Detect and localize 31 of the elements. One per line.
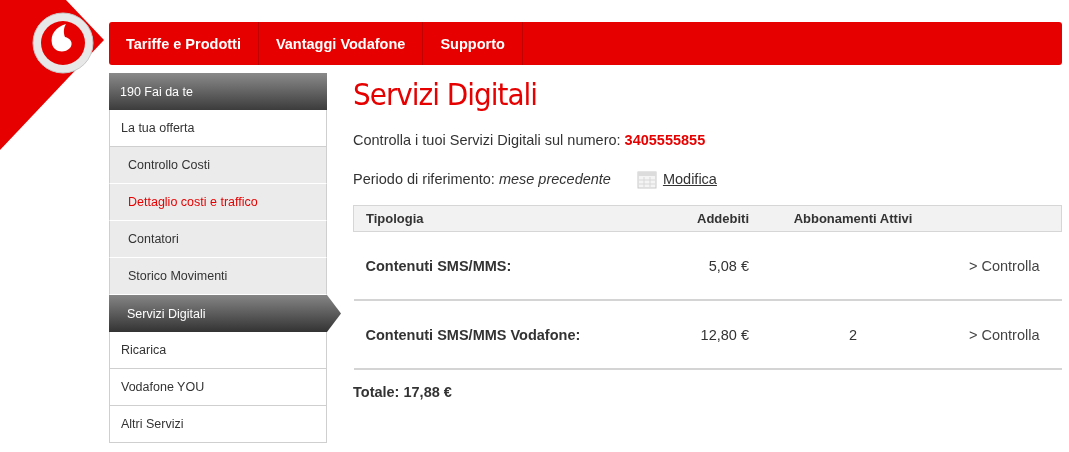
nav-link[interactable]: Supporto [423,22,523,65]
table-cell: 2 [848,326,858,343]
edit-link[interactable]: Modifica [662,171,717,187]
sidebar-item[interactable]: Vodafone YOU [109,369,327,406]
sidebar-item[interactable]: La tua offerta [109,110,327,147]
column-header: Abbonamenti Attivi [749,205,957,232]
sidebar-item[interactable]: Servizi Digitali [109,295,341,332]
table-cell: Contenuti SMS/MMS: [365,257,512,274]
page-title: Servizi Digitali [353,76,538,112]
period-text: Periodo di riferimento: mese precedente [353,171,611,187]
nav-link[interactable]: Tariffe e Prodotti [109,22,259,65]
phone-number: 3405555855 [624,132,706,148]
table-cell: 5,08 € [708,257,749,274]
total-text: Totale: 17,88 € [353,384,453,400]
sidebar-item[interactable]: Dettaglio costi e traffico [109,184,327,221]
sidebar-item[interactable]: Storico Movimenti [109,258,327,295]
column-header: Addebiti [609,205,749,232]
sidebar-item[interactable]: Controllo Costi [109,147,327,184]
check-link[interactable]: > Controlla [968,257,1040,274]
sidebar-item[interactable]: Ricarica [109,332,327,369]
logo-icon [32,12,94,74]
sidebar-header: 190 Fai da te [109,73,327,110]
sidebar-item[interactable]: Contatori [109,221,327,258]
nav-link[interactable]: Vantaggi Vodafone [258,22,424,65]
column-header: Tipologia [353,205,609,232]
table-cell: 12,80 € [700,326,749,343]
intro-text: Controlla i tuoi Servizi Digitali sul numero: [353,132,621,148]
check-link[interactable]: > Controlla [968,326,1040,343]
table-cell: Contenuti SMS/MMS Vodafone: [365,326,581,343]
calendar-icon[interactable] [636,169,657,189]
sidebar-item[interactable]: Altri Servizi [109,406,327,443]
